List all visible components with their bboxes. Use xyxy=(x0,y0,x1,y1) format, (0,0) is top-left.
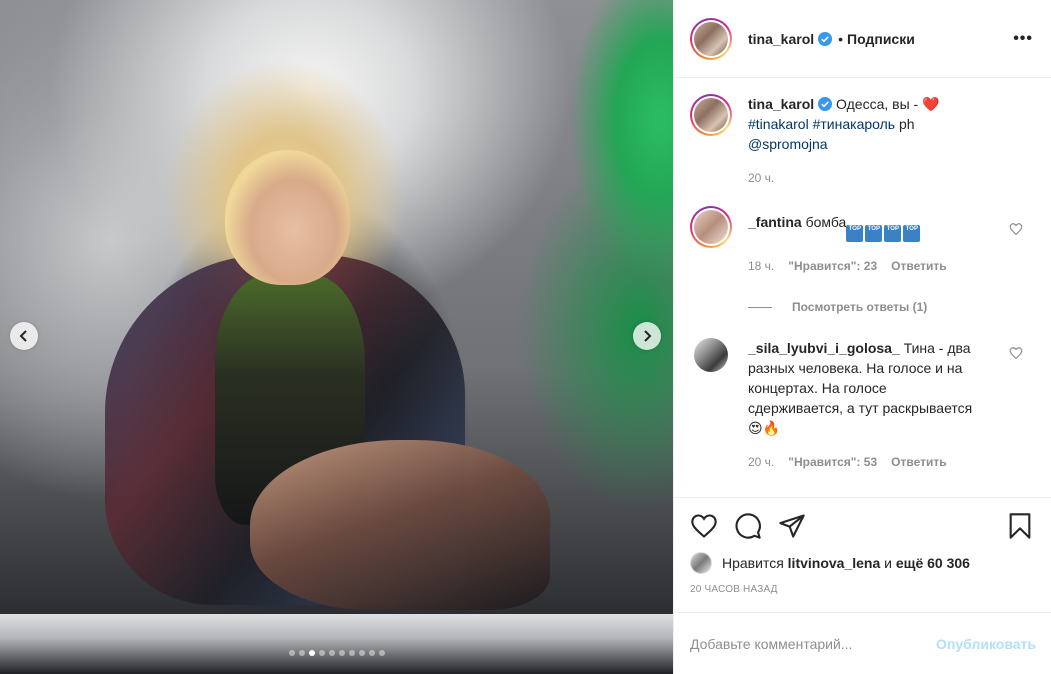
post-header: tina_karol • Подписки ••• xyxy=(674,0,1051,78)
like-heart-icon[interactable] xyxy=(690,512,718,540)
publish-button[interactable]: Опубликовать xyxy=(936,636,1036,652)
hashtag-link[interactable]: #тинакароль xyxy=(813,116,895,132)
carousel-dot xyxy=(318,650,325,656)
post-photo[interactable] xyxy=(0,0,673,674)
likes-count-button[interactable]: ещё 60 306 xyxy=(896,555,970,571)
carousel-dot xyxy=(308,650,315,656)
like-comment-heart-icon[interactable] xyxy=(1009,222,1023,236)
carousel-dot xyxy=(368,650,375,656)
comment-item: _fantina бомба TOP TOP TOP TOP 18 ч. "Нравит… xyxy=(690,206,1035,276)
carousel-dot xyxy=(288,650,295,656)
carousel-dot xyxy=(378,650,385,656)
carousel-indicator xyxy=(0,650,673,656)
liker-avatar[interactable] xyxy=(690,552,712,574)
caption-text: Одесса, вы - xyxy=(836,96,919,112)
reply-button[interactable]: Ответить xyxy=(891,452,946,472)
caption-ph: ph xyxy=(898,116,915,132)
likes-prefix: Нравится xyxy=(722,555,784,571)
comment-likes[interactable]: "Нравится": 23 xyxy=(788,256,877,276)
comments-list: tina_karol Одесса, вы - ❤️ #tinakarol #т… xyxy=(674,78,1051,498)
post-timestamp[interactable]: 20 часов назад xyxy=(690,584,1036,595)
carousel-dot xyxy=(328,650,335,656)
carousel-dot xyxy=(358,650,365,656)
comment-bubble-icon[interactable] xyxy=(734,512,762,540)
top-emoji: TOP xyxy=(865,225,883,242)
post-side-panel: tina_karol • Подписки ••• tina_karol Оде… xyxy=(673,0,1051,674)
carousel-dot xyxy=(338,650,345,656)
chevron-right-icon xyxy=(644,330,652,342)
commenter-avatar[interactable] xyxy=(690,206,732,248)
comment-emoji: 😍🔥 xyxy=(748,420,781,436)
heart-emoji: ❤️ xyxy=(922,96,940,112)
following-button[interactable]: Подписки xyxy=(847,31,915,47)
caption-author[interactable]: tina_karol xyxy=(748,96,814,112)
like-comment-heart-icon[interactable] xyxy=(1009,346,1023,360)
author-username[interactable]: tina_karol xyxy=(748,31,814,47)
commenter-username[interactable]: _sila_lyubvi_i_golosa_ xyxy=(748,340,900,356)
view-replies-label[interactable]: Посмотреть ответы (1) xyxy=(792,300,927,314)
top-emoji: TOP xyxy=(884,225,902,242)
commenter-avatar[interactable] xyxy=(694,338,728,372)
next-slide-button[interactable] xyxy=(633,322,661,350)
comment-item: _sila_lyubvi_i_golosa_ Тина - два разных… xyxy=(690,338,1035,472)
verified-badge-icon xyxy=(818,31,833,46)
view-replies-button[interactable]: Посмотреть ответы (1) xyxy=(748,300,1035,314)
hashtag-link[interactable]: #tinakarol xyxy=(748,116,809,132)
comment-time[interactable]: 20 ч. xyxy=(748,452,774,472)
comment-time[interactable]: 18 ч. xyxy=(748,256,774,276)
comment-text: бомба xyxy=(805,214,847,230)
more-options-icon[interactable]: ••• xyxy=(1013,30,1033,48)
post-actions: Нравится litvinova_lena и ещё 60 306 20 … xyxy=(674,497,1051,609)
caption-time[interactable]: 20 ч. xyxy=(748,168,774,188)
photo-performer-legs xyxy=(250,440,550,610)
caption-avatar[interactable] xyxy=(690,94,732,136)
mention-link[interactable]: @spromojna xyxy=(748,136,828,152)
likes-and: и xyxy=(884,555,892,571)
save-bookmark-icon[interactable] xyxy=(1006,512,1034,540)
header-separator: • xyxy=(838,30,844,47)
liker-username[interactable]: litvinova_lena xyxy=(788,555,881,571)
verified-badge-icon xyxy=(818,97,833,111)
add-comment-bar: Опубликовать xyxy=(674,612,1051,674)
previous-slide-button[interactable] xyxy=(10,322,38,350)
photo-stage-floor xyxy=(0,614,673,674)
comment-likes[interactable]: "Нравится": 53 xyxy=(788,452,877,472)
reply-button[interactable]: Ответить xyxy=(891,256,946,276)
top-emoji: TOP xyxy=(903,225,921,242)
caption: tina_karol Одесса, вы - ❤️ #tinakarol #т… xyxy=(690,94,1035,188)
commenter-username[interactable]: _fantina xyxy=(748,214,802,230)
share-paper-plane-icon[interactable] xyxy=(778,512,806,540)
chevron-left-icon xyxy=(19,330,27,342)
top-emoji: TOP xyxy=(846,225,864,242)
comment-input[interactable] xyxy=(690,635,937,652)
carousel-dot xyxy=(348,650,355,656)
carousel-dot xyxy=(298,650,305,656)
author-avatar[interactable] xyxy=(690,17,732,60)
photo-performer-head xyxy=(225,150,350,285)
likes-summary: Нравится litvinova_lena и ещё 60 306 xyxy=(690,552,1036,574)
